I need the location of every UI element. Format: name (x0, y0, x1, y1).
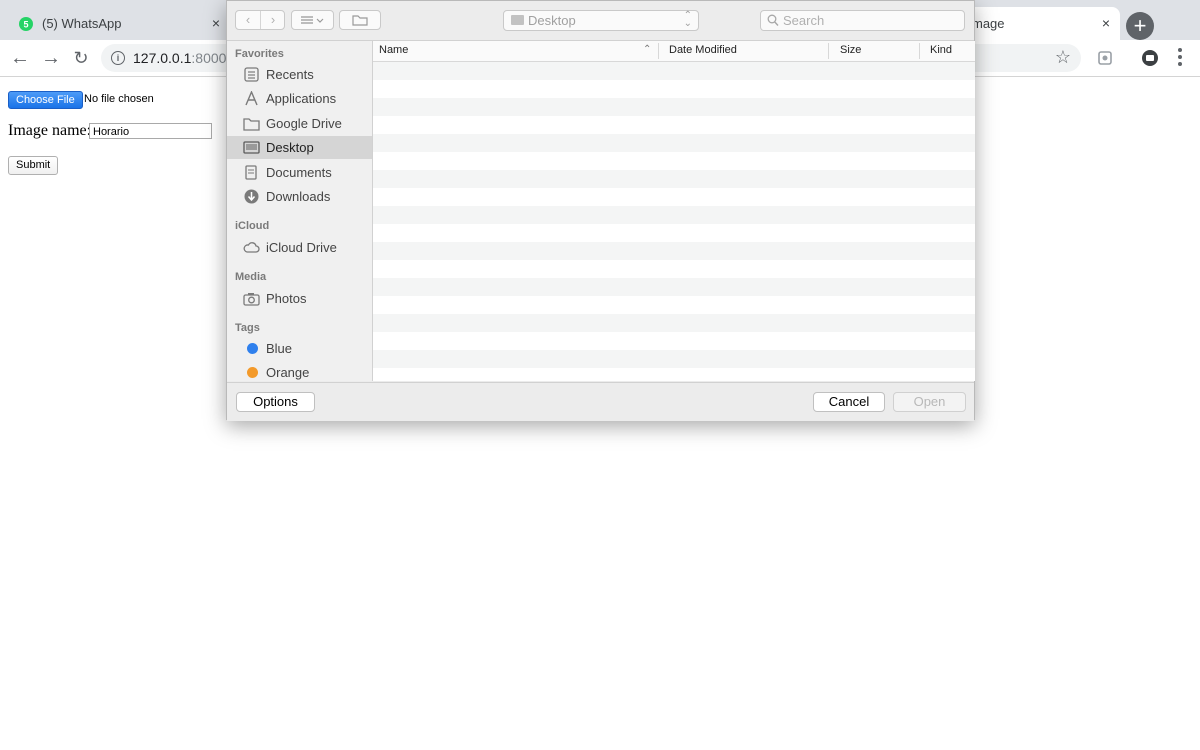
favorites-heading: Favorites (235, 48, 284, 60)
cloud-icon (243, 242, 260, 253)
sidebar-item-label: Downloads (266, 189, 331, 204)
back-icon[interactable]: ← (9, 47, 31, 69)
empty-row (373, 98, 975, 116)
empty-row (373, 242, 975, 260)
new-tab-button[interactable]: + (1126, 12, 1154, 40)
recents-icon (244, 67, 259, 82)
column-divider[interactable] (919, 43, 920, 59)
tab-whatsapp[interactable]: 5 (5) WhatsApp × (8, 7, 230, 40)
image-name-label: Image name: (8, 122, 92, 139)
media-heading: Media (235, 271, 267, 283)
location-popup[interactable]: Desktop ⌃ ⌄ (503, 10, 699, 31)
sidebar-item-tag-blue[interactable]: Blue (227, 337, 372, 360)
back-icon[interactable]: ‹ (236, 11, 261, 29)
reload-icon[interactable]: ↻ (70, 47, 92, 69)
forward-icon[interactable]: → (40, 47, 62, 69)
dialog-toolbar: ‹ › Desktop ⌃ ⌄ Search (227, 1, 974, 41)
blue-tag-dot-icon (247, 343, 258, 354)
file-list[interactable]: Name ⌃ Date Modified Size Kind (373, 41, 975, 381)
sidebar-item-photos[interactable]: Photos (227, 287, 372, 310)
empty-row (373, 278, 975, 296)
column-kind[interactable]: Kind (930, 44, 952, 56)
column-size[interactable]: Size (840, 44, 861, 56)
search-icon (767, 14, 779, 26)
list-view-icon (301, 16, 324, 24)
sidebar-item-label: Blue (266, 341, 293, 356)
applications-icon (245, 91, 258, 106)
empty-row (373, 62, 975, 80)
documents-icon (245, 165, 257, 180)
sidebar-item-label: Orange (266, 365, 310, 380)
bookmark-star-icon[interactable]: ☆ (1055, 47, 1071, 68)
image-name-input[interactable]: Horario (89, 123, 212, 139)
tab-title: mage (972, 16, 1005, 31)
updown-chevron-icon: ⌃ ⌄ (683, 10, 692, 29)
sidebar-item-label: Photos (266, 291, 307, 306)
dialog-footer: Options Cancel Open (227, 382, 974, 421)
new-folder-icon (352, 15, 368, 26)
tags-heading: Tags (235, 322, 260, 334)
sidebar-item-google-drive[interactable]: Google Drive (227, 112, 372, 135)
options-button[interactable]: Options (236, 392, 315, 412)
tab-title: (5) WhatsApp (42, 16, 122, 31)
sidebar-item-downloads[interactable]: Downloads (227, 185, 372, 208)
column-name[interactable]: Name (379, 44, 408, 56)
folder-icon (511, 15, 524, 25)
location-label: Desktop (528, 13, 576, 28)
empty-row (373, 134, 975, 152)
close-tab-icon[interactable]: × (212, 15, 220, 31)
search-placeholder: Search (783, 13, 825, 28)
profile-extension-icon[interactable] (1141, 49, 1159, 67)
file-status-text: No file chosen (84, 93, 154, 105)
sidebar-item-desktop[interactable]: Desktop (227, 136, 372, 159)
info-icon[interactable]: i (111, 51, 125, 65)
close-tab-icon[interactable]: × (1102, 15, 1110, 31)
camera-icon (243, 293, 260, 306)
desktop-icon (243, 141, 260, 154)
empty-row (373, 350, 975, 368)
sidebar-item-tag-orange[interactable]: Orange (227, 361, 372, 381)
view-options-button[interactable] (291, 10, 334, 30)
folder-icon (243, 118, 260, 131)
menu-icon[interactable] (1178, 48, 1182, 69)
file-list-header: Name ⌃ Date Modified Size Kind (373, 41, 975, 62)
empty-row (373, 206, 975, 224)
svg-text:5: 5 (23, 20, 28, 30)
cancel-button[interactable]: Cancel (813, 392, 885, 412)
empty-row (373, 170, 975, 188)
open-button[interactable]: Open (893, 392, 966, 412)
sidebar-item-applications[interactable]: Applications (227, 87, 372, 110)
tab-upload-image[interactable]: mage × (960, 7, 1120, 40)
extension-icon[interactable] (1096, 49, 1114, 67)
sidebar-item-icloud-drive[interactable]: iCloud Drive (227, 236, 372, 259)
open-file-dialog: ‹ › Desktop ⌃ ⌄ Search Favorites Recents… (226, 0, 975, 421)
icloud-heading: iCloud (235, 220, 270, 232)
column-date-modified[interactable]: Date Modified (669, 44, 737, 56)
submit-button[interactable]: Submit (8, 156, 59, 175)
sidebar-item-label: Applications (266, 91, 337, 106)
choose-file-button[interactable]: Choose File (8, 91, 83, 109)
address-url: 127.0.0.1:8000/ (133, 50, 231, 66)
forward-icon[interactable]: › (261, 11, 285, 29)
sidebar-item-label: Google Drive (266, 116, 342, 131)
back-forward-control: ‹ › (235, 10, 285, 30)
sidebar-item-label: Recents (266, 67, 314, 82)
sort-ascending-icon: ⌃ (643, 44, 652, 55)
downloads-icon (244, 189, 259, 204)
whatsapp-icon: 5 (19, 17, 33, 31)
orange-tag-dot-icon (247, 367, 258, 378)
search-field[interactable]: Search (760, 10, 965, 31)
column-divider[interactable] (658, 43, 659, 59)
sidebar-item-label: Desktop (266, 140, 314, 155)
sidebar-item-documents[interactable]: Documents (227, 161, 372, 184)
sidebar-item-label: Documents (266, 165, 332, 180)
empty-row (373, 314, 975, 332)
sidebar-item-recents[interactable]: Recents (227, 63, 372, 86)
new-folder-button[interactable] (339, 10, 381, 30)
dialog-sidebar: Favorites Recents Applications Google Dr… (227, 41, 373, 381)
sidebar-item-label: iCloud Drive (266, 240, 337, 255)
column-divider[interactable] (828, 43, 829, 59)
